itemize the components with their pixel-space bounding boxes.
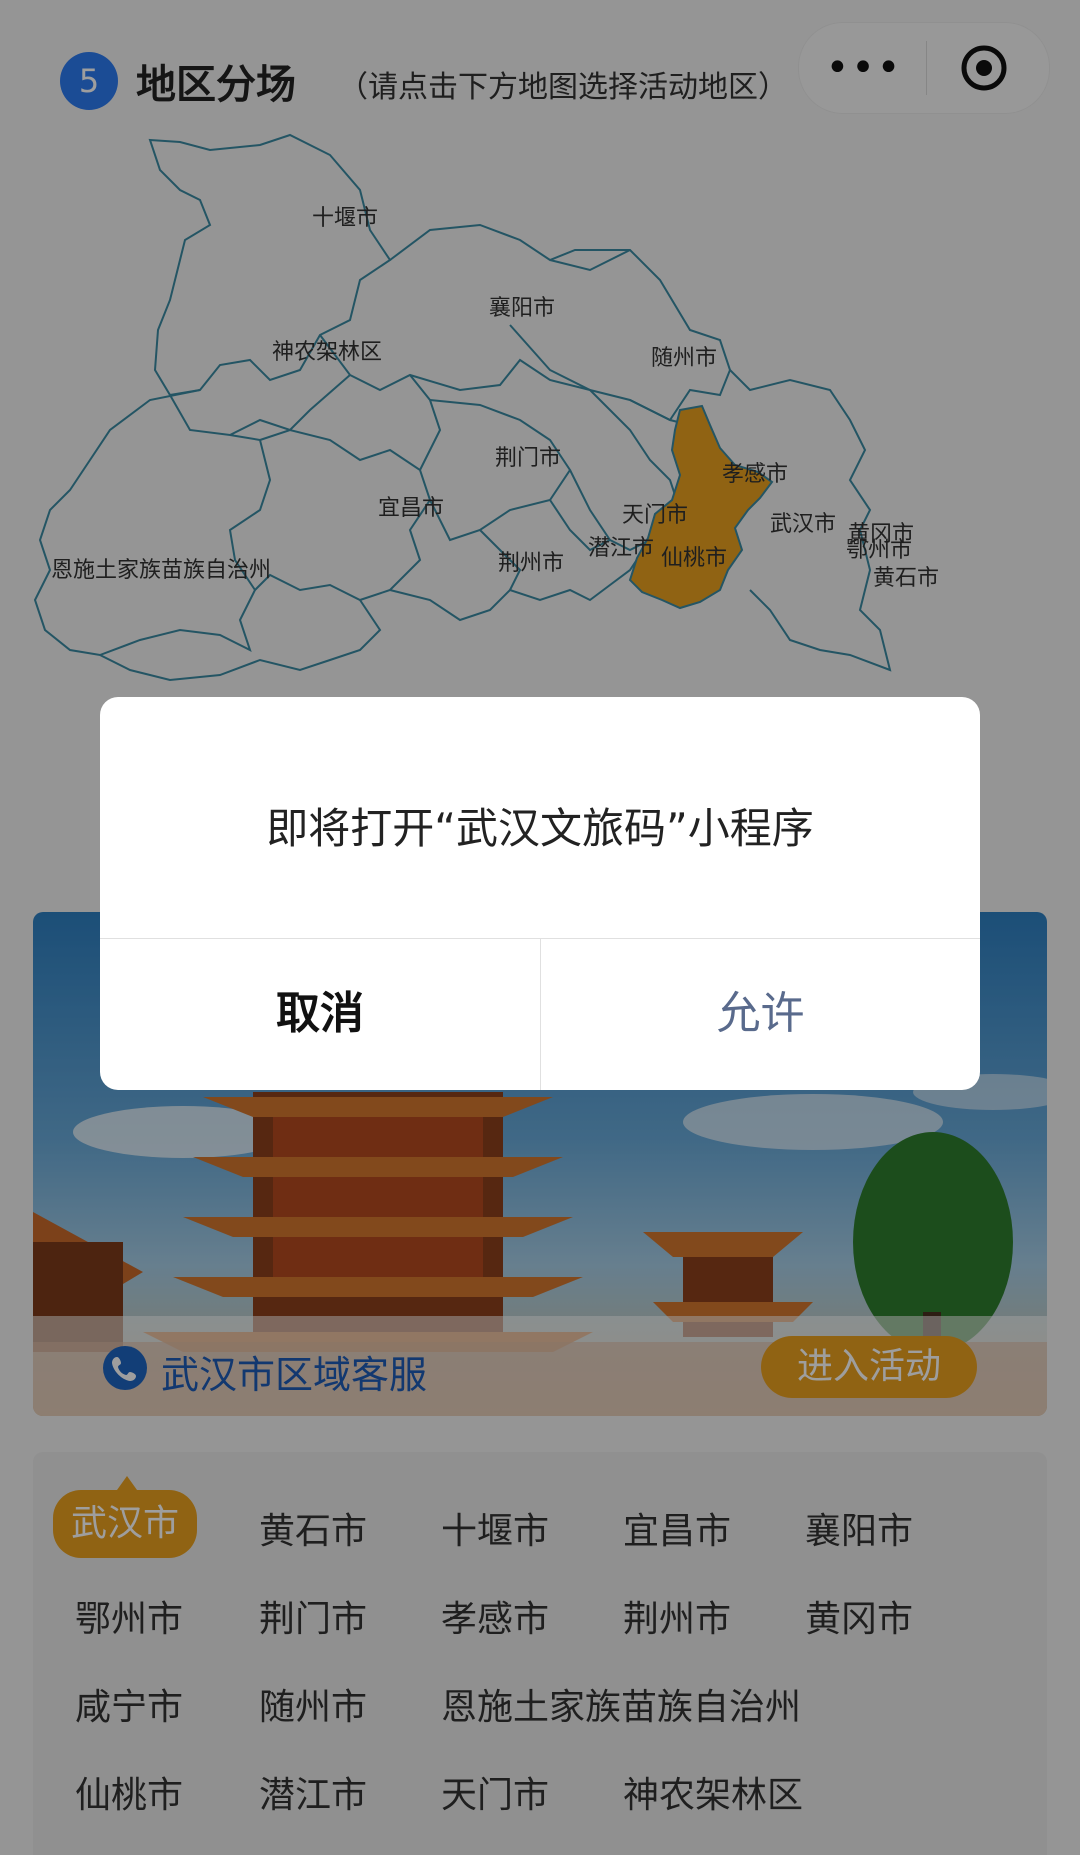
cancel-button[interactable]: 取消 [100, 938, 540, 1090]
allow-button[interactable]: 允许 [541, 938, 980, 1090]
page: 5 地区分场 （请点击下方地图选择活动地区） ••• 十堰市 襄阳市 神农架林区… [0, 0, 1080, 1855]
dialog-message: 即将打开“武汉文旅码”小程序 [266, 804, 814, 853]
open-miniprogram-dialog: 即将打开“武汉文旅码”小程序 取消 允许 [100, 697, 980, 1090]
